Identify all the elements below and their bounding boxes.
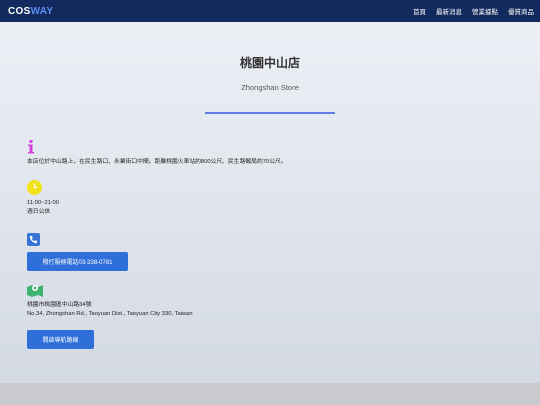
top-navbar: COSWAY 首頁 最新消息 營業據點 優質商品 (0, 0, 540, 22)
clock-icon (27, 180, 42, 195)
store-address: 桃園市桃園區中山路34號 (27, 302, 92, 308)
phone-block: 撥打服務電話03-338-0781 (27, 233, 128, 271)
store-address-en: No.34, Zhongshan Rd., Taoyuan Dist., Tao… (27, 311, 193, 318)
call-service-button[interactable]: 撥打服務電話03-338-0781 (27, 252, 128, 271)
nav-item-home[interactable]: 首頁 (413, 6, 426, 16)
hours-block: 11:00~21:00 週日公休 (27, 180, 59, 218)
open-navigation-button[interactable]: 開啟導航路線 (27, 329, 94, 349)
info-icon (28, 140, 34, 154)
map-pin-icon (27, 285, 43, 297)
nav-item-news[interactable]: 最新消息 (436, 6, 462, 16)
opening-hours: 11:00~21:00 (27, 200, 59, 206)
page-footer (0, 383, 540, 405)
nav-item-locations[interactable]: 營業據點 (472, 6, 498, 16)
store-title: 桃園中山店 (239, 56, 300, 70)
nav-item-products[interactable]: 優質商品 (508, 6, 534, 16)
description-block: 本店位於中山路上，在民生路口、永業街口中間。距離桃園火車站約800公尺、民生路戰… (27, 140, 287, 167)
store-subtitle: Zhongshan Store (241, 83, 299, 92)
main-menu: 首頁 最新消息 營業據點 優質商品 (413, 6, 534, 16)
closed-day: 週日公休 (27, 209, 51, 216)
address-block: 桃園市桃園區中山路34號 No.34, Zhongshan Rd., Taoyu… (27, 283, 193, 349)
brand-text-way: WAY (30, 5, 54, 17)
navigation-button-label: 開啟導航路線 (42, 337, 79, 344)
store-header: 桃園中山店 Zhongshan Store (0, 22, 540, 114)
call-button-label: 撥打服務電話03-338-0781 (42, 260, 113, 266)
brand-logo[interactable]: COSWAY (8, 6, 53, 17)
title-divider (205, 112, 335, 114)
brand-text-cos: COS (8, 5, 31, 17)
phone-icon (27, 233, 40, 246)
store-description: 本店位於中山路上，在民生路口、永業街口中間。距離桃園火車站約800公尺、民生路戰… (27, 159, 287, 165)
